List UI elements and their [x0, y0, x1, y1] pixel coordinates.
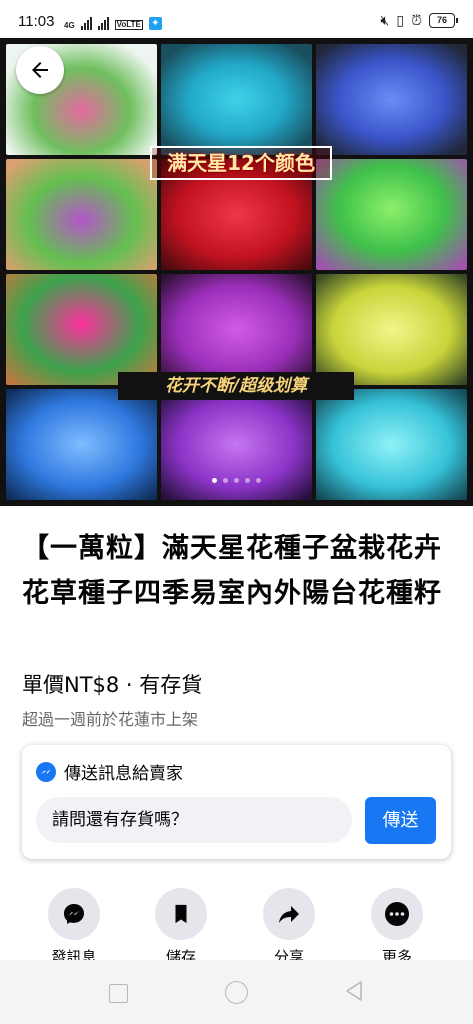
action-bar: 發訊息 儲存 分享 更多 — [0, 888, 473, 968]
network-type-label: 4G — [64, 21, 75, 30]
message-seller-card: 傳送訊息給賣家 請問還有存貨嗎？ 傳送 — [22, 745, 451, 859]
signal-icon-2 — [97, 17, 109, 30]
image-overlay-banner: 花开不断/超级划算 — [118, 372, 354, 400]
product-title: 【一萬粒】滿天星花種子盆栽花卉花草種子四季易室內外陽台花種籽 — [22, 533, 442, 609]
vibrate-icon: ▯ — [396, 12, 405, 28]
status-right-icons: 🔇︎ ▯ ⏰︎ 76 — [380, 12, 458, 29]
pager-dot — [212, 478, 217, 483]
status-time: 11:03 — [18, 13, 55, 30]
pager-dot — [234, 478, 239, 483]
flower-photo-light-blue — [6, 389, 157, 500]
twitter-icon: ✦ — [148, 17, 162, 30]
flower-photo-magenta — [6, 274, 157, 385]
image-overlay-title: 满天星12个颜色 — [150, 146, 332, 180]
arrow-left-icon — [32, 62, 48, 78]
more-action-button[interactable]: 更多 — [357, 888, 437, 967]
alarm-icon: ⏰︎ — [411, 12, 422, 28]
image-pager — [0, 478, 473, 483]
send-button[interactable]: 傳送 — [365, 797, 436, 844]
recents-button[interactable] — [109, 984, 128, 1003]
save-action-button[interactable]: 儲存 — [141, 888, 221, 967]
more-icon — [385, 902, 409, 926]
flower-photo-green — [316, 159, 467, 270]
flower-photo-violet — [161, 274, 312, 385]
flower-photo-lilac — [161, 389, 312, 500]
pager-dot — [245, 478, 250, 483]
flower-photo-yellow — [316, 274, 467, 385]
price-availability: 單價NT$8 · 有存貨 — [22, 673, 203, 697]
flower-photo-aqua — [316, 389, 467, 500]
bookmark-icon — [175, 904, 187, 924]
pager-dot — [256, 478, 261, 483]
product-image[interactable]: 满天星12个颜色 花开不断/超级划算 — [0, 38, 473, 506]
home-button[interactable] — [225, 981, 248, 1004]
status-left-icons: 4G VoLTE ✦ — [64, 14, 162, 30]
back-triangle-icon[interactable] — [344, 980, 364, 1002]
flower-photo-blue — [316, 44, 467, 155]
flower-photo-cyan — [161, 44, 312, 155]
signal-icon — [80, 17, 92, 30]
flower-photo-purple-green — [6, 159, 157, 270]
back-button[interactable] — [16, 46, 64, 94]
card-header: 傳送訊息給賣家 — [36, 759, 183, 784]
message-action-button[interactable]: 發訊息 — [34, 888, 114, 967]
card-title: 傳送訊息給賣家 — [64, 764, 183, 784]
messenger-icon — [36, 761, 56, 782]
pager-dot — [223, 478, 228, 483]
messenger-icon — [64, 904, 84, 924]
mute-icon: 🔇︎ — [380, 12, 390, 28]
share-action-button[interactable]: 分享 — [249, 888, 329, 967]
listing-time-location: 超過一週前於花蓮市上架 — [22, 710, 199, 729]
battery-icon: 76 — [429, 13, 458, 28]
system-nav-bar — [0, 960, 473, 1024]
share-icon — [279, 906, 299, 923]
flower-photo-grid — [6, 44, 467, 500]
volte-icon: VoLTE — [114, 20, 143, 30]
message-input[interactable]: 請問還有存貨嗎？ — [36, 797, 352, 843]
